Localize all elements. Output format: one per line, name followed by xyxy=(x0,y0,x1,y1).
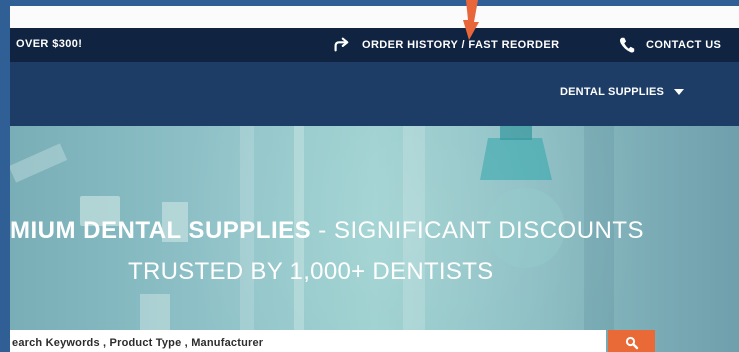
search-icon xyxy=(625,336,638,350)
browser-strip xyxy=(10,6,739,28)
phone-icon xyxy=(619,37,635,53)
promo-text: OVER $300! xyxy=(16,38,83,50)
dental-supplies-label: DENTAL SUPPLIES xyxy=(560,86,665,98)
main-nav: DENTAL SUPPLIES xyxy=(10,62,739,126)
reorder-icon xyxy=(334,37,349,52)
hero-headline: MIUM DENTAL SUPPLIES - SIGNIFICANT DISCO… xyxy=(10,217,644,245)
search-input[interactable] xyxy=(10,330,606,352)
hero-banner: MIUM DENTAL SUPPLIES - SIGNIFICANT DISCO… xyxy=(10,126,739,352)
dental-supplies-menu[interactable]: DENTAL SUPPLIES xyxy=(560,86,685,98)
chevron-down-icon xyxy=(674,89,685,95)
contact-us-label: CONTACT US xyxy=(646,39,722,51)
contact-us-link[interactable]: CONTACT US xyxy=(618,36,721,54)
annotation-arrow-icon xyxy=(463,0,479,40)
hero-headline-rest: - SIGNIFICANT DISCOUNTS xyxy=(311,217,645,244)
hero-subheadline: TRUSTED BY 1,000+ DENTISTS xyxy=(128,258,494,285)
search-button[interactable] xyxy=(608,330,655,352)
hero-headline-strong: MIUM DENTAL SUPPLIES xyxy=(10,217,312,244)
order-history-link[interactable]: ORDER HISTORY / FAST REORDER xyxy=(332,36,559,54)
website-frame: OVER $300! ORDER HISTORY / FAST REORDER … xyxy=(10,6,739,352)
topbar: OVER $300! ORDER HISTORY / FAST REORDER … xyxy=(10,28,739,62)
